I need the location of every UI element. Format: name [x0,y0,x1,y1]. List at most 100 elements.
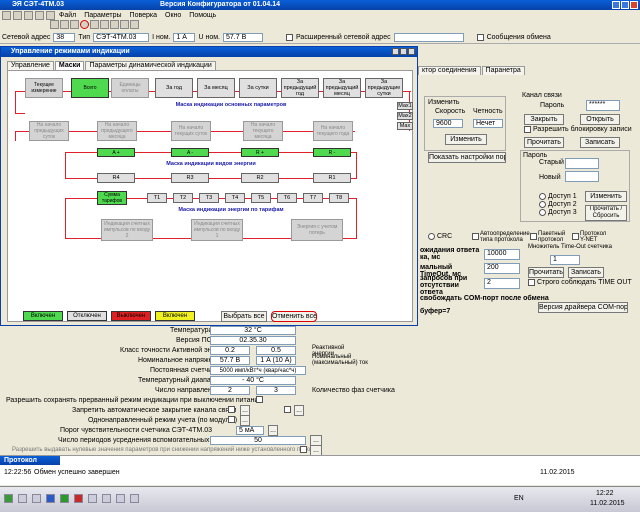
tariff-t1[interactable]: T1 [147,193,167,203]
energy-r-minus[interactable]: R - [313,148,351,157]
sensitivity-select[interactable]: 5 мА [236,426,264,435]
close-icon[interactable] [630,1,638,9]
mask-day[interactable]: За сутки [239,78,277,98]
packet-checkbox[interactable] [530,233,537,240]
close-channel-button[interactable]: Закрыть [524,114,564,125]
tab-connection[interactable]: ктор соединения [418,66,481,75]
allow-save-checkbox[interactable] [256,396,263,403]
cancel-all-button[interactable]: Отменить все [271,311,317,322]
allow-lock-checkbox[interactable] [524,126,531,133]
write-button[interactable]: Записать [580,137,620,148]
requests-input[interactable]: 2 [484,278,520,289]
ext-addr-input[interactable] [393,33,464,42]
mask-start-prev-month[interactable]: На начало предыдущего месяца [97,121,137,141]
mask-start-cur-year[interactable]: На начало текущего года [313,121,353,141]
taskbar-lang[interactable]: EN [514,495,524,502]
toolbar-icon-5[interactable] [46,10,55,20]
max-button[interactable]: Мах [397,122,413,130]
tariff-t2[interactable]: T2 [173,193,193,203]
task-icon-9[interactable] [130,494,139,503]
energy-r3[interactable]: R3 [171,173,209,183]
tool-icon-a[interactable] [50,20,59,29]
start-icon[interactable] [4,494,13,503]
pulses-input1-button[interactable]: Индикация счетных импульсов по входу 1 [191,219,243,241]
wait-input[interactable]: 10000 [484,249,520,260]
menu-verify[interactable]: Поверка [130,12,157,19]
mask-start-prev-day[interactable]: На начало предыдущих суток [29,121,69,141]
sensitivity-more-button[interactable]: ... [268,425,278,436]
timeout-input[interactable]: 200 [484,263,520,274]
speed-select[interactable]: 9600 [433,119,463,128]
tool-icon-g[interactable] [110,20,119,29]
ext-addr-checkbox[interactable] [286,34,293,41]
tool-icon-c[interactable] [70,20,79,29]
multiplier-input[interactable]: 1 [550,255,580,265]
read-timeout-button[interactable]: Прочитать [528,267,564,278]
menu-window[interactable]: Окно [165,12,181,19]
menu-help[interactable]: Помощь [189,12,216,19]
minimize-icon[interactable] [612,1,620,9]
exchange-msg-checkbox[interactable] [476,34,484,41]
mask-units[interactable]: Единицы оплаты [111,78,149,98]
tariff-t3[interactable]: T3 [199,193,219,203]
inom-select[interactable]: 1 А [173,33,196,42]
tool-icon-d[interactable] [80,20,89,29]
dialog-minimize-icon[interactable] [392,48,399,55]
task-icon-3[interactable] [46,494,55,503]
net-addr-input[interactable]: 38 [53,33,76,42]
select-all-button[interactable]: Выбрать все [221,311,267,322]
access3-radio[interactable] [539,209,546,216]
unidirectional-checkbox[interactable] [228,416,235,423]
tab-masks[interactable]: Маски [54,61,85,70]
read-button[interactable]: Прочитать [524,137,564,148]
write-timeout-button[interactable]: Записать [568,267,604,278]
energy-losses-button[interactable]: Энергия с учетом потерь [291,219,343,241]
task-icon-8[interactable] [116,494,125,503]
tool-icon-f[interactable] [100,20,109,29]
energy-a-minus[interactable]: A - [171,148,209,157]
max2-button[interactable]: Мах2 [397,112,413,120]
menu-file[interactable]: Файл [59,12,76,19]
tool-icon-h[interactable] [120,20,129,29]
unidirectional-more-button[interactable]: ... [240,415,250,426]
task-icon-6[interactable] [88,494,97,503]
tool-icon-b[interactable] [60,20,69,29]
toolbar-icon-1[interactable] [2,10,11,20]
toolbar-icon-3[interactable] [24,10,33,20]
tariff-t4[interactable]: T4 [225,193,245,203]
allow-show-checkbox[interactable] [300,446,307,453]
pulses-input2-button[interactable]: Индикация счетных импульсов по входу 2 [101,219,153,241]
forbid-close-checkbox-2[interactable] [284,406,291,413]
tool-icon-i[interactable] [130,20,139,29]
menu-params[interactable]: Параметры [84,12,121,19]
ynet-checkbox[interactable] [572,233,579,240]
task-icon-1[interactable] [18,494,27,503]
mask-month[interactable]: За месяц [197,78,235,98]
averaging-input[interactable]: 50 [210,436,306,445]
password-input[interactable]: ****** [586,100,620,111]
forbid-close-checkbox[interactable] [228,406,235,413]
parity-select[interactable]: Нечет [473,119,503,128]
energy-r4[interactable]: R4 [97,173,135,183]
forbid-close-more-button-2[interactable]: ... [294,405,304,416]
port-change-button[interactable]: Изменить [445,134,487,145]
energy-a-plus[interactable]: A + [97,148,135,157]
read-reset-button[interactable]: Прочитать / Сбросить [585,205,627,221]
tab-dynamic[interactable]: Параметры динамической индикации [85,61,216,70]
driver-version-button[interactable]: Версия драйвера COM-порта [538,302,628,313]
tab-control[interactable]: Управление [7,61,54,70]
mask-total[interactable]: Всего [71,78,109,98]
energy-r-plus[interactable]: R + [241,148,279,157]
toolbar-icon-2[interactable] [13,10,22,20]
mask-year[interactable]: За год [155,78,193,98]
tab-params[interactable]: Паранетра [481,66,525,75]
mask-prev-year[interactable]: За предыдущий год [281,78,319,98]
sum-tariff-button[interactable]: Сумма тарифов [97,191,127,205]
mask-start-cur-day[interactable]: На начало текущих суток [171,121,211,141]
task-icon-7[interactable] [102,494,111,503]
unom-select[interactable]: 57.7 В [223,33,263,42]
dialog-close-icon[interactable] [408,48,415,55]
task-icon-2[interactable] [32,494,41,503]
type-select[interactable]: СЭТ-4ТМ.03 [93,33,150,42]
tariff-t8[interactable]: T8 [329,193,349,203]
